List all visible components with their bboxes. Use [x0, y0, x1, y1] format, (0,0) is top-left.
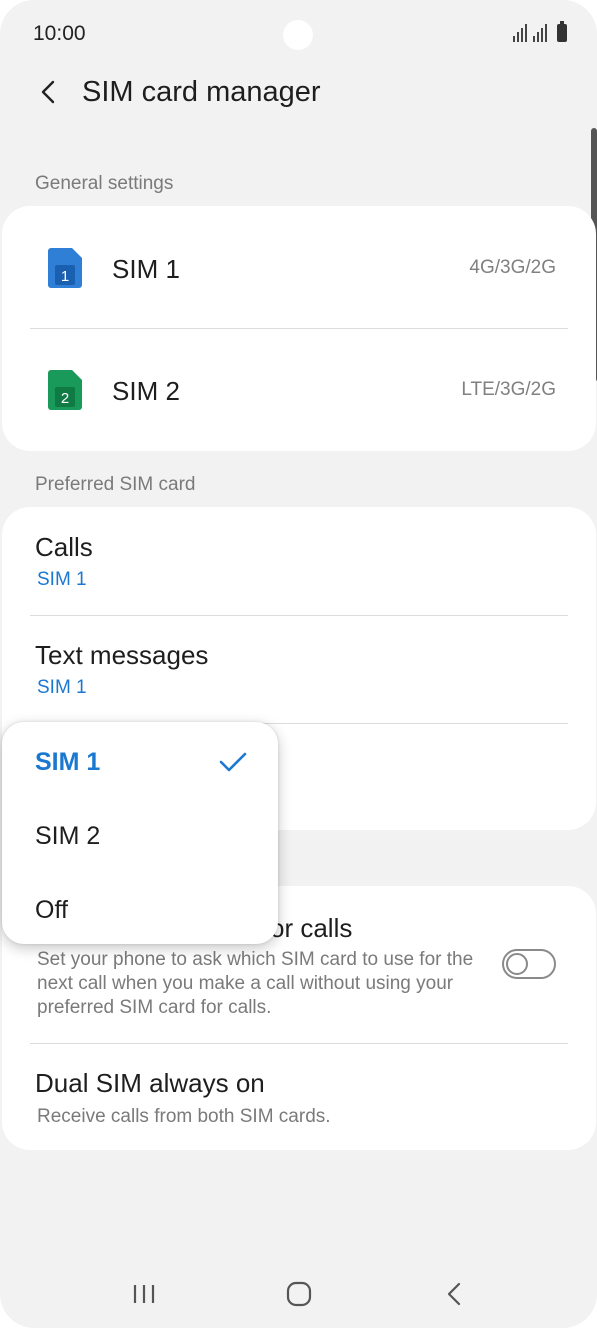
calls-row[interactable]: Calls SIM 1 [2, 507, 596, 615]
confirm-sim-title: or calls [270, 913, 353, 943]
text-messages-row[interactable]: Text messages SIM 1 [2, 616, 596, 723]
section-header-general: General settings [35, 173, 174, 194]
dropdown-option-sim1[interactable]: SIM 1 [2, 726, 278, 796]
sim1-label: SIM 1 [112, 254, 180, 284]
calls-value: SIM 1 [37, 569, 87, 590]
sim2-row[interactable]: 2 SIM 2 LTE/3G/2G [2, 329, 596, 451]
recent-apps-button[interactable] [120, 1274, 168, 1314]
section-header-preferred: Preferred SIM card [35, 474, 196, 495]
sim1-card-icon: 1 [48, 248, 82, 288]
signal-icon-sim2 [533, 24, 547, 42]
dual-sim-row[interactable]: Dual SIM always on Receive calls from bo… [2, 1044, 596, 1150]
status-time: 10:00 [33, 22, 86, 45]
dropdown-option-label: SIM 2 [35, 822, 101, 850]
dropdown-option-label: Off [35, 896, 68, 924]
calls-title: Calls [35, 532, 93, 562]
status-icons [513, 21, 567, 42]
text-messages-value: SIM 1 [37, 677, 87, 698]
chevron-left-icon [41, 80, 55, 104]
svg-text:1: 1 [61, 268, 69, 285]
sim-list-card: 1 SIM 1 4G/3G/2G 2 SIM 2 LTE/3G/2G [2, 206, 596, 451]
sim1-row[interactable]: 1 SIM 1 4G/3G/2G [2, 206, 596, 328]
front-camera [283, 20, 313, 50]
confirm-sim-toggle[interactable] [502, 949, 556, 979]
dropdown-option-sim2[interactable]: SIM 2 [2, 800, 278, 870]
signal-icon-sim1 [513, 24, 527, 42]
toggle-knob [506, 953, 528, 975]
confirm-sim-desc: Set your phone to ask which SIM card to … [37, 949, 474, 1018]
sim2-network: LTE/3G/2G [461, 379, 556, 400]
nav-back-button[interactable] [430, 1274, 478, 1314]
dropdown-option-label: SIM 1 [35, 748, 101, 776]
sim2-card-icon: 2 [48, 370, 82, 410]
sim2-label: SIM 2 [112, 376, 180, 406]
page-title: SIM card manager [82, 76, 321, 108]
recent-apps-icon [133, 1285, 155, 1303]
dual-sim-desc: Receive calls from both SIM cards. [37, 1106, 331, 1127]
dropdown-option-off[interactable]: Off [2, 874, 278, 944]
home-icon [286, 1281, 312, 1307]
sim-select-dropdown: SIM 1 SIM 2 Off [2, 722, 278, 944]
back-button[interactable] [30, 74, 66, 110]
svg-text:2: 2 [61, 390, 69, 407]
dual-sim-title: Dual SIM always on [35, 1068, 265, 1098]
sim1-network: 4G/3G/2G [469, 257, 556, 278]
screen: 10:00 SIM card manager General settings … [0, 0, 597, 1328]
nav-back-icon [447, 1282, 461, 1306]
battery-icon [557, 21, 567, 42]
text-messages-title: Text messages [35, 640, 209, 670]
home-button[interactable] [275, 1274, 323, 1314]
checkmark-icon [219, 752, 247, 772]
